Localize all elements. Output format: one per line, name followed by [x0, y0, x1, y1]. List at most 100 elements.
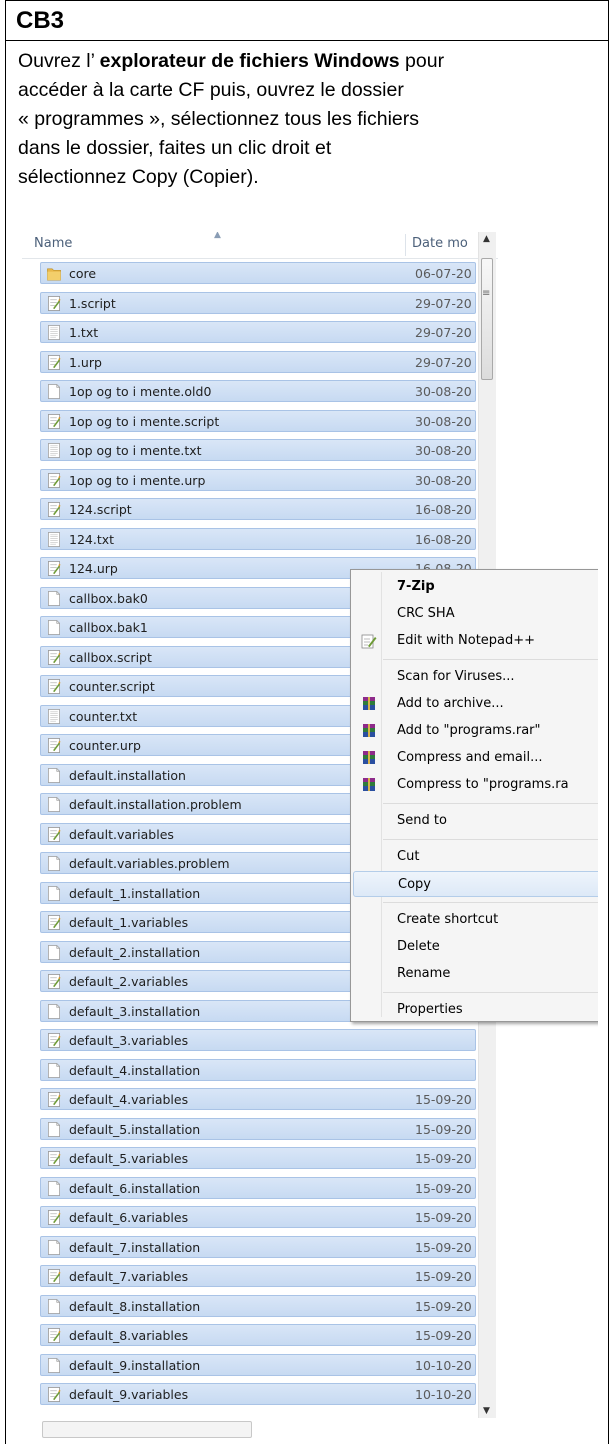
- file-name: 1.script: [69, 295, 116, 311]
- menu-item-add-to-programs-rar[interactable]: Add to "programs.rar": [353, 718, 598, 744]
- script-file-icon: [47, 1328, 61, 1343]
- file-date-modified: 15-09-20: [415, 1298, 472, 1314]
- menu-item-properties[interactable]: Properties: [353, 997, 598, 1023]
- menu-item-add-to-archive[interactable]: Add to archive...: [353, 691, 598, 717]
- blank-file-icon: [47, 944, 61, 960]
- column-header-date[interactable]: Date mo: [412, 236, 468, 251]
- file-date-modified: 15-09-20: [415, 1151, 472, 1166]
- file-date-modified: 15-09-20: [415, 1210, 472, 1225]
- script-file-icon: [47, 679, 61, 694]
- file-name: default_3.variables: [69, 1033, 189, 1048]
- menu-item-compress-and-email[interactable]: Compress and email...: [353, 745, 598, 771]
- blank-file-icon: [47, 620, 61, 635]
- menu-item-delete[interactable]: Delete: [353, 934, 598, 960]
- file-name: default_4.installation: [69, 1062, 201, 1078]
- winrar-icon: [361, 723, 377, 739]
- file-name: 124.txt: [69, 531, 115, 547]
- file-name: default.installation.problem: [69, 797, 242, 812]
- instruction-text: Ouvrez l’ explorateur de fichiers Window…: [18, 47, 598, 192]
- file-row[interactable]: 124.script 16-08-20: [40, 498, 476, 520]
- file-name: 1op og to i mente.old0: [69, 384, 212, 399]
- blank-file-icon: [47, 590, 61, 606]
- scrollbar-thumb[interactable]: [481, 258, 493, 380]
- menu-item-edit-with-notepad[interactable]: Edit with Notepad++: [353, 628, 598, 654]
- blank-file-icon: [47, 384, 61, 399]
- file-name: default_2.variables: [69, 974, 189, 989]
- scroll-up-arrow-icon[interactable]: ▲: [483, 234, 490, 244]
- file-row[interactable]: 124.txt 16-08-20: [40, 527, 476, 550]
- file-row[interactable]: 1op og to i mente.urp 30-08-20: [40, 468, 476, 491]
- file-row[interactable]: default_6.installation 15-09-20: [40, 1176, 476, 1199]
- file-name: 124.script: [69, 502, 132, 517]
- file-date-modified: 15-09-20: [415, 1092, 472, 1107]
- instruction-line-1-end: pour: [399, 50, 445, 72]
- file-row[interactable]: default_6.variables 15-09-20: [40, 1206, 476, 1228]
- file-row[interactable]: 1op og to i mente.txt 30-08-20: [40, 439, 476, 461]
- blank-file-icon: [47, 1298, 61, 1314]
- instruction-line-2: accéder à la carte CF puis, ouvrez le do…: [18, 79, 404, 101]
- menu-item-crc-sha[interactable]: CRC SHA: [353, 601, 598, 627]
- blank-file-icon: [47, 1357, 61, 1373]
- file-row[interactable]: 1.txt 29-07-20: [40, 321, 476, 343]
- file-row[interactable]: 1.script 29-07-20: [40, 291, 476, 314]
- scroll-down-arrow-icon[interactable]: ▼: [483, 1406, 490, 1416]
- file-explorer-screenshot: Name ▲ Date mo core 06-07-20 1.script 29-07…: [22, 232, 598, 1444]
- file-date-modified: 15-09-20: [415, 1328, 472, 1343]
- file-row[interactable]: 1.urp 29-07-20: [40, 350, 476, 373]
- menu-item-label: Create shortcut: [397, 912, 499, 927]
- sort-ascending-icon: ▲: [214, 232, 221, 240]
- file-row[interactable]: default_4.installation: [40, 1058, 476, 1081]
- file-date-modified: 15-09-20: [415, 1180, 472, 1196]
- file-row[interactable]: core 06-07-20: [40, 262, 476, 284]
- file-row[interactable]: default_8.installation 15-09-20: [40, 1294, 476, 1317]
- file-row[interactable]: default_9.variables 10-10-20: [40, 1383, 476, 1405]
- file-row[interactable]: default_7.installation 15-09-20: [40, 1235, 476, 1258]
- file-row[interactable]: default_4.variables 15-09-20: [40, 1088, 476, 1110]
- file-date-modified: 16-08-20: [415, 502, 472, 517]
- script-file-icon: [47, 354, 61, 370]
- file-row[interactable]: 1op og to i mente.script 30-08-20: [40, 409, 476, 432]
- menu-item-compress-to-programs-ra[interactable]: Compress to "programs.ra: [353, 772, 598, 798]
- script-file-icon: [47, 472, 61, 488]
- menu-item-scan-for-viruses[interactable]: Scan for Viruses...: [353, 664, 598, 690]
- menu-item-create-shortcut[interactable]: Create shortcut: [353, 907, 598, 933]
- file-name: default_8.installation: [69, 1298, 201, 1314]
- file-row[interactable]: 1op og to i mente.old0 30-08-20: [40, 380, 476, 402]
- file-name: 1op og to i mente.urp: [69, 472, 206, 488]
- file-name: default_2.installation: [69, 944, 201, 960]
- file-name: 1.urp: [69, 354, 102, 370]
- menu-separator: [383, 902, 598, 903]
- script-file-icon: [47, 561, 61, 576]
- file-row[interactable]: default_5.variables 15-09-20: [40, 1147, 476, 1169]
- file-row[interactable]: default_8.variables 15-09-20: [40, 1324, 476, 1346]
- file-row[interactable]: default_7.variables 15-09-20: [40, 1265, 476, 1287]
- blank-file-icon: [47, 767, 61, 783]
- scrollbar-grip-icon: ≡: [482, 288, 491, 299]
- script-file-icon: [47, 295, 61, 311]
- column-header-name[interactable]: Name: [34, 236, 72, 251]
- file-row[interactable]: default_9.installation 10-10-20: [40, 1353, 476, 1376]
- horizontal-scrollbar-thumb[interactable]: [42, 1421, 252, 1438]
- file-name: default_7.installation: [69, 1239, 201, 1255]
- column-divider[interactable]: [405, 234, 406, 256]
- file-name: default_6.variables: [69, 1210, 189, 1225]
- menu-item-label: 7-Zip: [397, 579, 435, 594]
- script-file-icon: [47, 826, 61, 842]
- context-menu: 7-Zip CRC SHA Edit with Notepad++ Scan for …: [350, 569, 598, 1022]
- menu-item-7-zip[interactable]: 7-Zip: [353, 574, 598, 600]
- file-date-modified: 15-09-20: [415, 1121, 472, 1137]
- script-file-icon: [47, 413, 61, 429]
- file-date-modified: 10-10-20: [415, 1357, 472, 1373]
- script-file-icon: [47, 1269, 61, 1284]
- menu-item-rename[interactable]: Rename: [353, 961, 598, 987]
- file-date-modified: 30-08-20: [415, 413, 472, 429]
- file-date-modified: 15-09-20: [415, 1239, 472, 1255]
- winrar-icon: [361, 777, 377, 793]
- menu-item-cut[interactable]: Cut: [353, 844, 598, 870]
- menu-item-send-to[interactable]: Send to: [353, 808, 598, 834]
- file-row[interactable]: default_5.installation 15-09-20: [40, 1117, 476, 1140]
- file-row[interactable]: default_3.variables: [40, 1029, 476, 1051]
- menu-item-copy[interactable]: Copy: [353, 871, 598, 897]
- menu-separator: [383, 839, 598, 840]
- file-name: core: [69, 266, 97, 281]
